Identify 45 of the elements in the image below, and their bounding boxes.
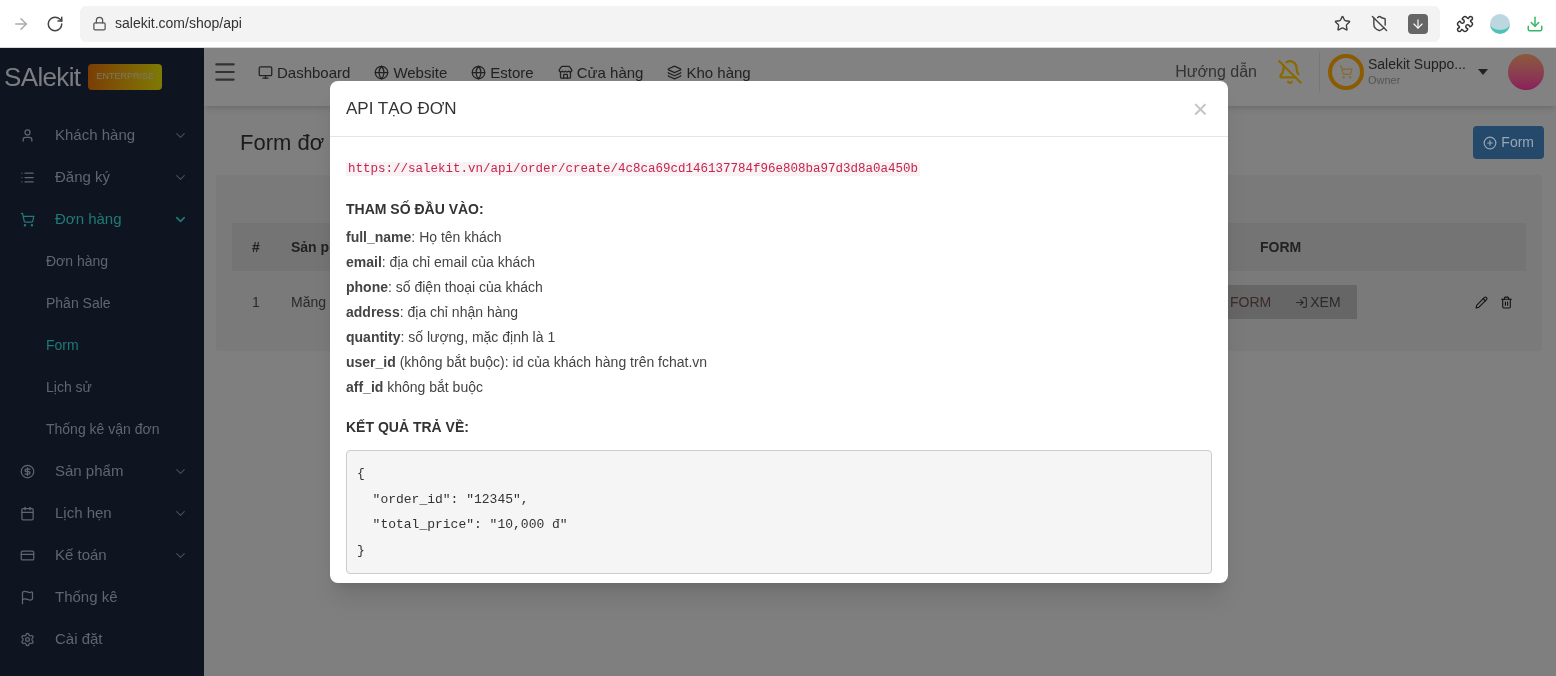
parameter-text: user_id (không bắt buộc): id của khách hàng trên fchat.vn <box>346 353 709 372</box>
result-code-block: { "order_id": "12345", "total_price": "10,000 đ" } <box>346 450 1212 574</box>
form-button[interactable]: FORM <box>1230 291 1296 313</box>
endpoint-url: https://salekit.vn/api/order/create/4c8ca69cd146137784f96e808ba97d3d8a0a450b <box>346 162 921 176</box>
account-name[interactable]: Salekit Suppo... <box>1367 56 1466 74</box>
nav-link[interactable]: Estore <box>471 63 534 81</box>
logo: SAlekit <box>4 60 81 94</box>
page-title: Form đơ <box>240 129 325 157</box>
help-link[interactable]: Hướng dẫn <box>1175 63 1257 81</box>
submenu-item[interactable]: Lịch sử <box>0 366 204 408</box>
sidebar-item[interactable]: Đơn hàng <box>0 198 204 240</box>
column-header: Sản p <box>291 238 330 255</box>
address-bar[interactable]: salekit.com/shop/api <box>80 5 1440 42</box>
nav-link[interactable]: Cửa hàng <box>557 63 644 81</box>
parameter-text: aff_id không bắt buộc <box>346 378 484 397</box>
nav-link[interactable]: Dashboard <box>258 63 351 81</box>
section-heading: KẾT QUẢ TRẢ VỀ: <box>346 418 470 437</box>
table-cell: Măng <box>291 293 327 310</box>
plan-badge: ENTERPRISE <box>88 64 162 90</box>
parameter-text: email: địa chỉ email của khách <box>346 253 537 272</box>
submenu-item[interactable]: Form <box>0 324 204 366</box>
view-button[interactable]: XEM <box>1295 291 1341 313</box>
close-button[interactable]: × <box>1192 95 1212 122</box>
submenu-item[interactable]: Phân Sale <box>0 282 204 324</box>
submenu-item[interactable]: Đơn hàng <box>0 240 204 282</box>
column-header: # <box>252 238 260 255</box>
section-heading: THAM SỐ ĐẦU VÀO: <box>346 199 485 219</box>
column-header: FORM <box>1260 237 1302 257</box>
parameter-text: phone: số điện thoại của khách <box>346 278 544 297</box>
sidebar-item[interactable]: Lịch hẹn <box>0 492 204 534</box>
sidebar-item[interactable]: Cài đặt <box>0 618 204 660</box>
parameter-text: address: địa chỉ nhận hàng <box>346 303 520 322</box>
table-cell: 1 <box>252 293 260 310</box>
add-form-button[interactable]: Form <box>1473 126 1544 159</box>
sidebar-item[interactable]: Khách hàng <box>0 114 204 156</box>
nav-link[interactable]: Kho hàng <box>667 63 751 81</box>
sidebar-item[interactable]: Sản phẩm <box>0 450 204 492</box>
sidebar-item[interactable]: Kế toán <box>0 534 204 576</box>
parameter-text: full_name: Họ tên khách <box>346 228 503 247</box>
sidebar-item[interactable]: Đăng ký <box>0 156 204 198</box>
nav-link[interactable]: Website <box>374 63 448 81</box>
sidebar-item[interactable]: Thống kê <box>0 576 204 618</box>
parameter-text: quantity: số lượng, mặc định là 1 <box>346 328 557 347</box>
submenu-item[interactable]: Thống kê vận đơn <box>0 408 204 450</box>
dialog-title: API TẠO ĐƠN <box>346 97 457 120</box>
